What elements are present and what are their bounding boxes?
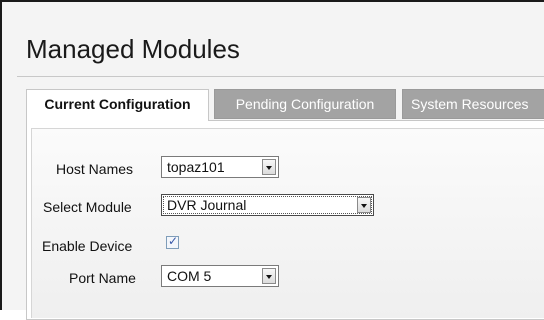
select-module-select[interactable]: DVR Journal [161, 194, 374, 216]
host-names-dropdown-button[interactable] [262, 159, 276, 175]
port-name-dropdown-button[interactable] [262, 268, 276, 284]
tab-current-configuration[interactable]: Current Configuration [26, 89, 209, 121]
page-title: Managed Modules [26, 34, 240, 64]
tab-system-resources[interactable]: System Resources [402, 89, 544, 119]
port-name-label: Port Name [69, 270, 136, 286]
port-name-select[interactable]: COM 5 [161, 265, 279, 287]
select-module-value: DVR Journal [167, 197, 247, 213]
title-divider [17, 76, 544, 77]
port-name-value: COM 5 [167, 268, 212, 284]
checkmark-icon: ✓ [168, 234, 179, 248]
select-module-dropdown-button[interactable] [357, 197, 371, 213]
chevron-down-icon [361, 204, 367, 208]
host-names-label: Host Names [56, 161, 134, 177]
chevron-down-icon [266, 275, 272, 279]
window-frame: Managed Modules Current Configuration Pe… [0, 0, 544, 320]
enable-device-label: Enable Device [42, 238, 133, 254]
select-module-label: Select Module [43, 199, 132, 215]
chevron-down-icon [266, 166, 272, 170]
host-names-value: topaz101 [167, 159, 225, 175]
enable-device-checkbox[interactable]: ✓ [166, 234, 179, 249]
host-names-select[interactable]: topaz101 [161, 156, 279, 178]
configuration-form [31, 128, 544, 318]
tab-pending-configuration[interactable]: Pending Configuration [214, 89, 396, 119]
